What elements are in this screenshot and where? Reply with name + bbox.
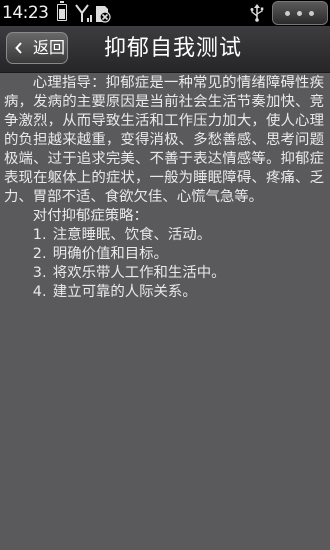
title-bar: 返回 抑郁自我测试 xyxy=(0,26,330,73)
list-item-text: 明确价值和目标。 xyxy=(52,246,168,262)
page-title: 抑郁自我测试 xyxy=(104,36,243,61)
list-item-text: 建立可靠的人际关系。 xyxy=(52,284,197,300)
list-item-number: 2. xyxy=(32,246,47,262)
strategy-heading: 对付抑郁症策略： xyxy=(32,208,148,224)
back-button[interactable]: 返回 xyxy=(6,32,68,64)
back-button-label: 返回 xyxy=(33,38,66,57)
overflow-dot xyxy=(285,11,290,16)
sd-card-icon xyxy=(96,6,111,23)
usb-icon xyxy=(250,4,264,22)
overflow-menu-icon[interactable] xyxy=(272,1,328,25)
article-content: 心理指导：抑郁症是一种常见的情绪障碍性疾病，发病的主要原因是当前社会生活节奏加快… xyxy=(4,74,324,302)
list-item: 3. 将欢乐带人工作和生活中。 xyxy=(33,264,324,283)
battery-icon xyxy=(57,1,67,21)
list-item-text: 注意睡眠、饮食、活动。 xyxy=(52,227,212,243)
overflow-dot xyxy=(309,11,314,16)
list-item-number: 3. xyxy=(32,265,47,281)
app-screen: 14:23 返回 抑郁自我测试 心理指导：抑郁症是一种常见的情绪障碍性疾病，发病… xyxy=(0,0,330,550)
list-item: 4. 建立可靠的人际关系。 xyxy=(33,283,324,302)
list-item-text: 将欢乐带人工作和生活中。 xyxy=(52,265,226,281)
strategy-list: 1. 注意睡眠、饮食、活动。 2. 明确价值和目标。 3. 将欢乐带人工作和生活… xyxy=(4,226,324,302)
intro-paragraph: 心理指导：抑郁症是一种常见的情绪障碍性疾病，发病的主要原因是当前社会生活节奏加快… xyxy=(4,75,324,205)
list-item-number: 1. xyxy=(32,227,47,243)
status-bar: 14:23 xyxy=(0,0,330,26)
list-item: 1. 注意睡眠、饮食、活动。 xyxy=(33,226,324,245)
signal-icon xyxy=(75,4,92,22)
chevron-left-icon xyxy=(15,42,22,54)
list-item: 2. 明确价值和目标。 xyxy=(33,245,324,264)
list-item-number: 4. xyxy=(32,284,47,300)
status-time: 14:23 xyxy=(2,3,49,23)
overflow-dot xyxy=(297,11,302,16)
